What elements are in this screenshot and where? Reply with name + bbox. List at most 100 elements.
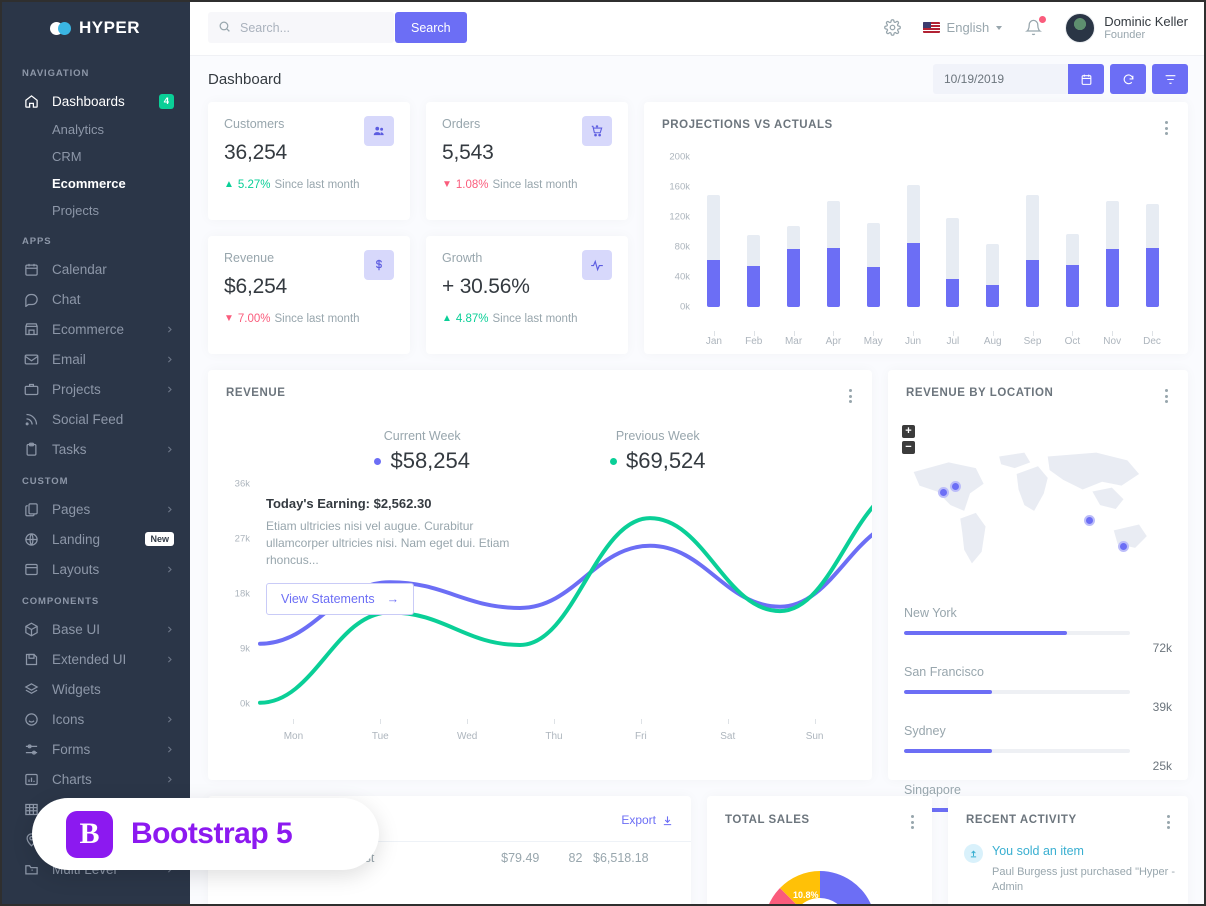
x-tick-label: Apr: [813, 336, 853, 347]
map-pin-new-york[interactable]: [950, 481, 961, 492]
sidebar-item-projects-app[interactable]: Projects: [0, 374, 190, 404]
total-sales-menu-button[interactable]: [909, 813, 916, 831]
x-tick-label: Dec: [1132, 336, 1172, 347]
sidebar-item-icons[interactable]: Icons: [0, 704, 190, 734]
revenue-menu-button[interactable]: [847, 387, 854, 405]
dashboards-badge: 4: [159, 94, 174, 109]
bar-column[interactable]: [933, 157, 973, 307]
bar-column[interactable]: [694, 157, 734, 307]
search-input[interactable]: [240, 21, 380, 35]
bar-column[interactable]: [1092, 157, 1132, 307]
total-sales-donut: 10.8% 28.0%: [745, 852, 895, 906]
bar-column[interactable]: [734, 157, 774, 307]
bar-column[interactable]: [813, 157, 853, 307]
sidebar-item-layouts[interactable]: Layouts: [0, 554, 190, 584]
search-box[interactable]: [208, 12, 394, 43]
activity-menu-button[interactable]: [1165, 813, 1172, 831]
export-label: Export: [621, 813, 656, 827]
bar-column[interactable]: [893, 157, 933, 307]
sidebar-item-dashboards[interactable]: Dashboards 4: [0, 86, 190, 116]
cart-icon: [582, 116, 612, 146]
sidebar-item-widgets[interactable]: Widgets: [0, 674, 190, 704]
sidebar-item-email[interactable]: Email: [0, 344, 190, 374]
settings-button[interactable]: [872, 19, 913, 36]
bar-column[interactable]: [1132, 157, 1172, 307]
actual-bar: [907, 243, 920, 308]
sidebar-item-analytics[interactable]: Analytics: [0, 116, 190, 143]
projections-menu-button[interactable]: [1163, 119, 1170, 137]
calendar-button[interactable]: [1068, 64, 1104, 94]
bar-stack: [747, 157, 760, 307]
search-icon: [218, 20, 231, 36]
sidebar-item-ecommerce[interactable]: Ecommerce: [0, 170, 190, 197]
x-tick: [337, 719, 424, 724]
map-zoom-in-button[interactable]: +: [902, 425, 915, 438]
refresh-button[interactable]: [1110, 64, 1146, 94]
bar-column[interactable]: [853, 157, 893, 307]
sidebar-item-projects[interactable]: Projects: [0, 197, 190, 224]
bar-column[interactable]: [1052, 157, 1092, 307]
stat-delta: 1.08%: [456, 179, 489, 191]
sidebar-item-ecommerce-app[interactable]: Ecommerce: [0, 314, 190, 344]
sidebar-item-label: Chat: [52, 292, 174, 307]
bar-column[interactable]: [774, 157, 814, 307]
filter-button[interactable]: [1152, 64, 1188, 94]
sidebar-item-label: Pages: [52, 502, 165, 517]
sidebar-item-social-feed[interactable]: Social Feed: [0, 404, 190, 434]
chevron-right-icon: [165, 655, 174, 664]
search-area: Search: [208, 12, 467, 43]
date-input[interactable]: [933, 64, 1068, 94]
sidebar-section-custom: CUSTOM: [0, 464, 190, 494]
map-pin-san-francisco[interactable]: [938, 487, 949, 498]
brand-name: HYPER: [79, 18, 140, 38]
location-menu-button[interactable]: [1163, 387, 1170, 405]
stat-since: Since last month: [275, 313, 360, 325]
stat-delta: 7.00%: [238, 313, 271, 325]
export-button[interactable]: Export: [621, 813, 673, 827]
user-menu[interactable]: Dominic Keller Founder: [1055, 13, 1188, 43]
bar-column[interactable]: [1013, 157, 1053, 307]
sidebar-item-pages[interactable]: Pages: [0, 494, 190, 524]
location-item: Sydney 25k: [904, 724, 1172, 773]
revenue-info: Today's Earning: $2,562.30 Etiam ultrici…: [266, 496, 516, 615]
sidebar-item-crm[interactable]: CRM: [0, 143, 190, 170]
y-tick-label: 36k: [235, 479, 250, 490]
briefcase-icon: [22, 380, 40, 398]
language-selector[interactable]: English: [913, 20, 1013, 35]
notifications-button[interactable]: [1012, 19, 1055, 36]
activity-item[interactable]: You sold an item Paul Burgess just purch…: [964, 844, 1188, 895]
brand-logo[interactable]: HYPER: [0, 0, 190, 56]
bar-column[interactable]: [973, 157, 1013, 307]
x-tick-label: Nov: [1092, 336, 1132, 347]
layers-icon: [22, 680, 40, 698]
sidebar-item-charts[interactable]: Charts: [0, 764, 190, 794]
sidebar-item-base-ui[interactable]: Base UI: [0, 614, 190, 644]
map-zoom-out-button[interactable]: −: [902, 441, 915, 454]
bar-stack: [907, 157, 920, 307]
y-tick-label: 80k: [675, 242, 690, 253]
chevron-right-icon: [165, 745, 174, 754]
sidebar-item-chat[interactable]: Chat: [0, 284, 190, 314]
map-pin-singapore[interactable]: [1084, 515, 1095, 526]
stat-delta: 4.87%: [456, 313, 489, 325]
total-sales-title: TOTAL SALES: [725, 814, 810, 826]
x-tick-label: Sun: [771, 731, 858, 742]
avatar: [1065, 13, 1095, 43]
sidebar-item-extended-ui[interactable]: Extended UI: [0, 644, 190, 674]
x-tick-label: Thu: [511, 731, 598, 742]
sidebar-item-label: Ecommerce: [52, 322, 165, 337]
projections-header: PROJECTIONS VS ACTUALS: [644, 102, 1188, 137]
bootstrap-badge[interactable]: B Bootstrap 5: [32, 798, 379, 870]
world-map[interactable]: + −: [902, 421, 1174, 596]
sidebar-item-calendar[interactable]: Calendar: [0, 254, 190, 284]
y-tick-label: 120k: [669, 212, 690, 223]
actual-bar: [867, 267, 880, 308]
sidebar-item-landing[interactable]: Landing New: [0, 524, 190, 554]
user-name: Dominic Keller: [1104, 14, 1188, 29]
current-week-value-row: $58,254: [374, 448, 470, 474]
sidebar-item-tasks[interactable]: Tasks: [0, 434, 190, 464]
view-statements-button[interactable]: View Statements →: [266, 583, 414, 615]
map-pin-sydney[interactable]: [1118, 541, 1129, 552]
search-button[interactable]: Search: [395, 12, 467, 43]
sidebar-item-forms[interactable]: Forms: [0, 734, 190, 764]
